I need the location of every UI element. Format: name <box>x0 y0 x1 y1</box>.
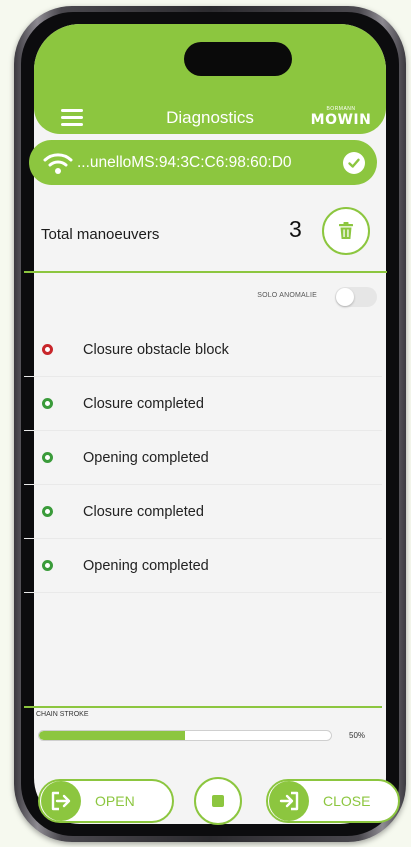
stop-icon <box>212 795 224 807</box>
open-button-label: OPEN <box>95 793 135 809</box>
event-text: Opening completed <box>83 449 209 466</box>
list-item[interactable]: Opening completed <box>24 539 382 593</box>
event-text: Closure completed <box>83 503 204 520</box>
open-button[interactable]: OPEN <box>38 779 174 823</box>
wifi-icon <box>43 152 73 174</box>
enter-arrow-icon <box>269 781 309 821</box>
list-item[interactable]: Closure obstacle block <box>24 323 382 377</box>
brand-logo-name: MOWIN <box>310 112 372 128</box>
device-id: ...unelloMS:94:3C:C6:98:60:D0 <box>77 153 292 171</box>
event-list: Closure obstacle block Closure completed… <box>24 323 382 593</box>
close-button-label: CLOSE <box>323 793 371 809</box>
action-bar: OPEN CLOSE <box>38 777 400 825</box>
chain-stroke-percent: 50% <box>349 731 366 740</box>
ok-status-icon <box>42 506 53 517</box>
brand-logo: BORMANN MOWIN <box>310 106 372 130</box>
check-icon <box>343 151 365 174</box>
anomalies-filter-row: SOLO ANOMALIE <box>29 284 377 308</box>
stroke-divider <box>24 706 382 708</box>
close-button[interactable]: CLOSE <box>266 779 400 823</box>
list-item[interactable]: Closure completed <box>24 377 382 431</box>
total-manoeuvers-count: 3 <box>289 216 302 242</box>
dynamic-island <box>184 42 292 76</box>
trash-icon <box>339 222 353 239</box>
list-item[interactable]: Opening completed <box>24 431 382 485</box>
clear-log-button[interactable] <box>322 207 370 255</box>
total-manoeuvers-label: Total manoeuvers <box>41 226 160 243</box>
chain-stroke-label: CHAIN STROKE <box>36 711 89 718</box>
event-text: Closure obstacle block <box>83 341 229 358</box>
total-manoeuvers-row: Total manoeuvers 3 <box>29 206 377 264</box>
section-divider <box>24 271 387 273</box>
ok-status-icon <box>42 398 53 409</box>
stop-button[interactable] <box>194 777 242 825</box>
toggle-knob <box>336 288 354 306</box>
event-text: Opening completed <box>83 557 209 574</box>
anomalies-filter-toggle[interactable] <box>335 287 377 307</box>
chain-stroke-fill <box>39 731 185 740</box>
event-text: Closure completed <box>83 395 204 412</box>
ok-status-icon <box>42 560 53 571</box>
anomalies-filter-label: SOLO ANOMALIE <box>257 292 317 299</box>
app-header: Diagnostics BORMANN MOWIN <box>34 24 386 134</box>
list-item[interactable]: Closure completed <box>24 485 382 539</box>
exit-arrow-icon <box>41 781 81 821</box>
connection-pill[interactable]: ...unelloMS:94:3C:C6:98:60:D0 <box>29 140 377 185</box>
ok-status-icon <box>42 452 53 463</box>
chain-stroke-progress <box>38 730 332 741</box>
error-status-icon <box>42 344 53 355</box>
